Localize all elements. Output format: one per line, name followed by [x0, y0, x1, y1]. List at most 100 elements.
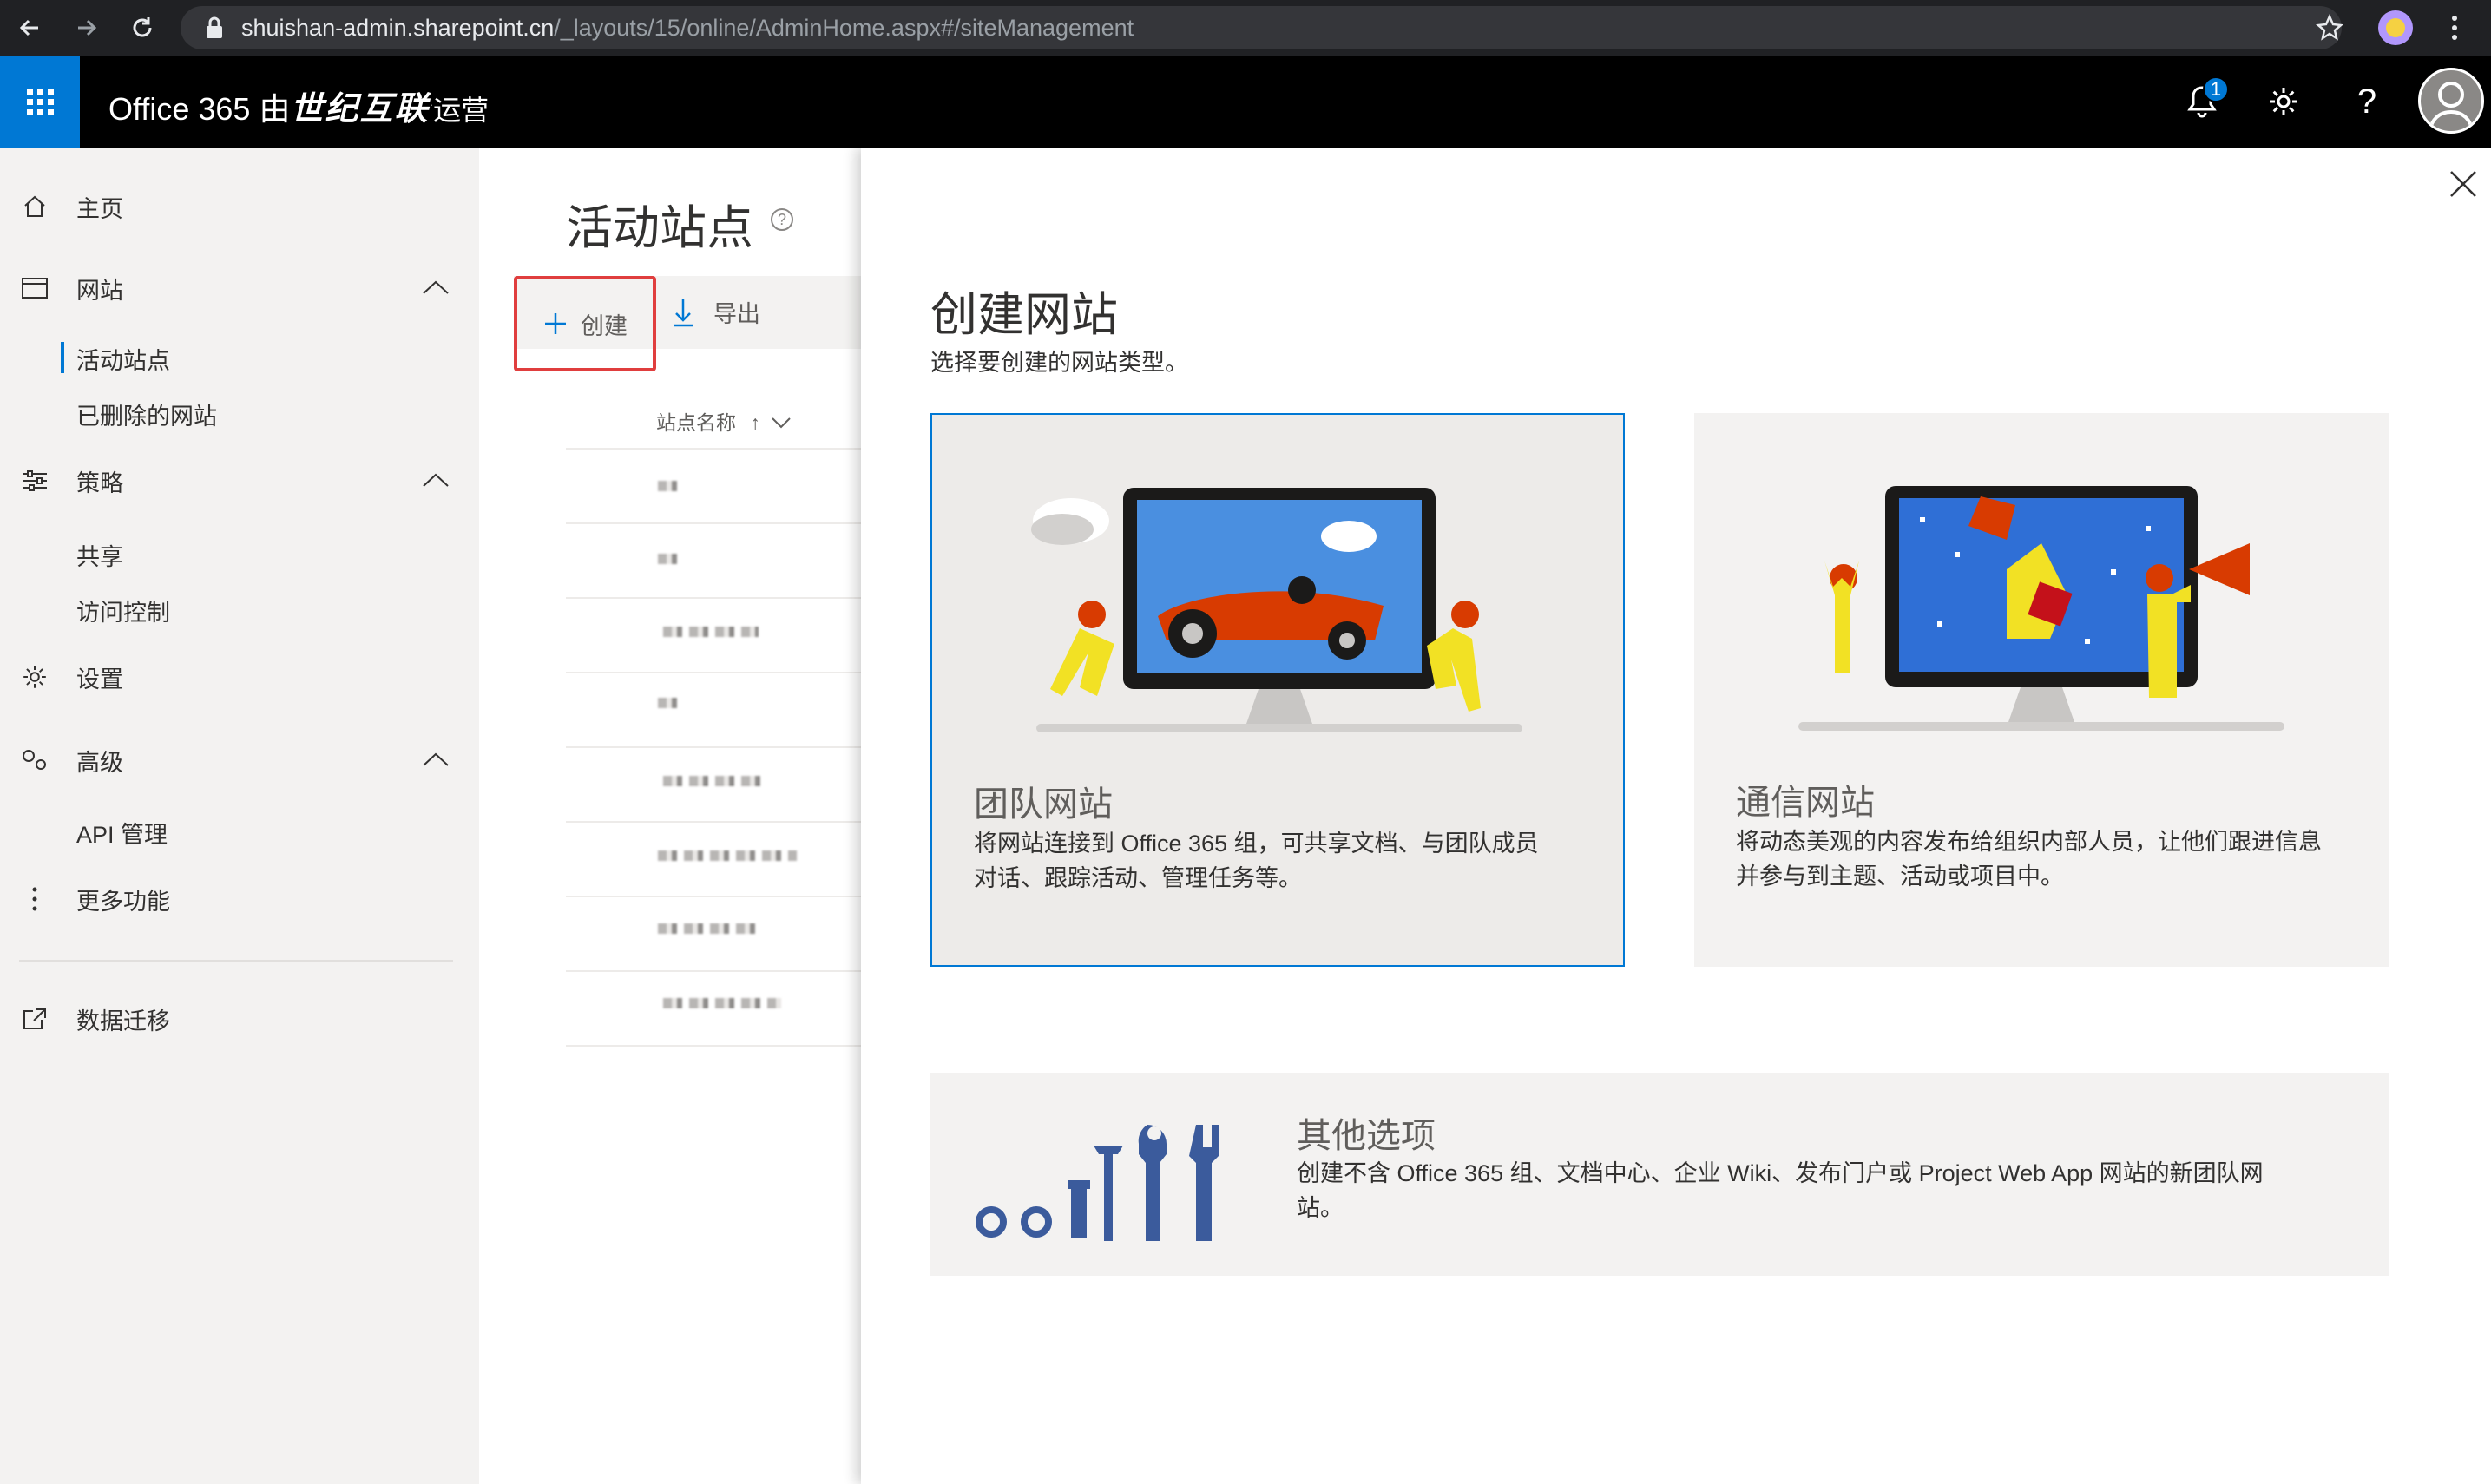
- team-site-card[interactable]: 团队网站 将网站连接到 Office 365 组，可共享文档、与团队成员 对话、…: [930, 413, 1625, 967]
- brand-title[interactable]: Office 365 由世纪互联·运营: [108, 82, 489, 129]
- nav-item-label: 数据迁移: [76, 1008, 170, 1034]
- nav-item-more-features[interactable]: 更多功能: [0, 882, 479, 916]
- address-bar[interactable]: shuishan-admin.sharepoint.cn/_layouts/15…: [181, 6, 2342, 49]
- column-label: 站点名称: [656, 411, 736, 434]
- active-sites-page: 活动站点 ? 创建 导出 站点名称 ↑: [479, 148, 861, 1484]
- nav-item-home[interactable]: 主页: [0, 189, 479, 224]
- nav-item-sites[interactable]: 网站: [0, 271, 479, 305]
- nav-item-label: 主页: [76, 195, 123, 222]
- download-icon: [674, 299, 693, 326]
- team-site-illustration: [1031, 488, 1522, 732]
- card-desc-line: 站。: [1297, 1195, 1344, 1221]
- blurred-site-name[interactable]: [658, 554, 684, 564]
- nav-sub-sharing[interactable]: 共享: [76, 538, 123, 572]
- table-row-divider: [566, 896, 861, 897]
- export-button[interactable]: 导出: [672, 295, 760, 329]
- card-title: 通信网站: [1736, 784, 1875, 822]
- card-description: 将动态美观的内容发布给组织内部人员，让他们跟进信息 并参与到主题、活动或项目中。: [1736, 824, 2322, 894]
- nav-item-data-migration[interactable]: 数据迁移: [0, 1001, 479, 1036]
- card-desc-line: 创建不含 Office 365 组、文档中心、企业 Wiki、发布门户或 Pro…: [1297, 1160, 2264, 1186]
- browser-profile-avatar[interactable]: [2378, 10, 2413, 45]
- create-button[interactable]: 创建: [514, 276, 656, 371]
- card-desc-line: 将网站连接到 Office 365 组，可共享文档、与团队成员: [974, 831, 1539, 857]
- browser-toolbar: shuishan-admin.sharepoint.cn/_layouts/15…: [0, 0, 2491, 56]
- nav-sub-api-management[interactable]: API 管理: [76, 816, 168, 850]
- blurred-site-name[interactable]: [663, 627, 759, 637]
- table-row-divider: [566, 597, 861, 599]
- person-icon: [2428, 82, 2475, 131]
- tools-icon: [976, 1125, 1219, 1241]
- reload-icon[interactable]: [127, 12, 158, 43]
- blurred-site-name[interactable]: [658, 850, 797, 861]
- table-row-divider: [566, 746, 861, 748]
- communication-site-illustration: [1798, 486, 2284, 731]
- close-icon[interactable]: [2439, 160, 2488, 208]
- blurred-site-name[interactable]: [658, 698, 679, 708]
- chevron-up-icon[interactable]: [422, 747, 450, 774]
- nav-sub-access-control[interactable]: 访问控制: [76, 594, 170, 627]
- migration-icon: [17, 1001, 52, 1036]
- info-icon[interactable]: ?: [771, 208, 793, 231]
- chevron-up-icon[interactable]: [422, 275, 450, 302]
- card-title: 团队网站: [974, 785, 1113, 824]
- communication-site-card[interactable]: 通信网站 将动态美观的内容发布给组织内部人员，让他们跟进信息 并参与到主题、活动…: [1694, 413, 2389, 967]
- brand-prefix: Office 365: [108, 91, 251, 127]
- selected-indicator: [61, 342, 64, 373]
- panel-title: 创建网站: [930, 289, 1118, 341]
- chevron-down-icon: [772, 417, 791, 429]
- url-path: /_layouts/15/online/AdminHome.aspx#/site…: [554, 14, 1134, 41]
- plus-icon: [545, 313, 566, 334]
- browser-menu-icon[interactable]: [2446, 12, 2463, 43]
- create-label: 创建: [581, 312, 628, 339]
- nav-sub-active-sites[interactable]: 活动站点: [76, 342, 170, 376]
- brand-by: 由: [259, 91, 291, 127]
- card-description: 将网站连接到 Office 365 组，可共享文档、与团队成员 对话、跟踪活动、…: [974, 826, 1539, 896]
- help-button[interactable]: ?: [2342, 76, 2392, 127]
- notification-badge: 1: [2203, 76, 2229, 102]
- nav-item-label: 更多功能: [76, 888, 170, 915]
- gear-icon: [17, 660, 52, 694]
- other-options-card[interactable]: 其他选项 创建不含 Office 365 组、文档中心、企业 Wiki、发布门户…: [930, 1073, 2389, 1276]
- sort-ascending-icon: ↑: [750, 411, 760, 434]
- blurred-site-name[interactable]: [658, 923, 762, 934]
- column-header-site-name[interactable]: 站点名称 ↑: [656, 406, 792, 436]
- blurred-site-name[interactable]: [663, 998, 781, 1008]
- home-icon: [17, 189, 52, 224]
- card-desc-line: 并参与到主题、活动或项目中。: [1736, 863, 2064, 890]
- card-description: 创建不含 Office 365 组、文档中心、企业 Wiki、发布门户或 Pro…: [1297, 1156, 2264, 1225]
- site-icon: [17, 271, 52, 305]
- lock-icon: [207, 16, 222, 38]
- chevron-up-icon[interactable]: [422, 468, 450, 495]
- nav-divider: [19, 960, 453, 962]
- blurred-site-name[interactable]: [663, 776, 767, 786]
- page-title: 活动站点: [566, 202, 753, 254]
- create-site-panel: 创建网站 选择要创建的网站类型。 团队网站 将网站连接到 Office 365 …: [861, 148, 2491, 1484]
- table-row-divider: [566, 1045, 861, 1047]
- bookmark-star-icon[interactable]: [2314, 12, 2345, 43]
- forward-icon[interactable]: [71, 12, 102, 43]
- export-label: 导出: [713, 301, 760, 327]
- back-icon[interactable]: [14, 12, 45, 43]
- brand-name: 世纪互联: [290, 91, 430, 128]
- notifications-button[interactable]: 1: [2177, 76, 2229, 127]
- nav-item-settings[interactable]: 设置: [0, 660, 479, 694]
- table-row-divider: [566, 970, 861, 972]
- suite-header: Office 365 由世纪互联·运营 1 ?: [0, 56, 2491, 148]
- user-avatar[interactable]: [2418, 68, 2484, 134]
- table-row-divider: [566, 522, 861, 524]
- card-desc-line: 对话、跟踪活动、管理任务等。: [974, 865, 1302, 891]
- card-title: 其他选项: [1297, 1117, 1436, 1155]
- advanced-icon: [17, 743, 52, 778]
- nav-item-advanced[interactable]: 高级: [0, 743, 479, 778]
- more-icon: [17, 882, 52, 916]
- nav-item-label: 设置: [76, 666, 123, 693]
- settings-button[interactable]: [2258, 76, 2309, 127]
- nav-sub-deleted-sites[interactable]: 已删除的网站: [76, 397, 217, 431]
- blurred-site-name[interactable]: [658, 481, 680, 491]
- panel-subtitle: 选择要创建的网站类型。: [930, 350, 1188, 376]
- app-launcher-icon[interactable]: [0, 56, 80, 148]
- nav-item-policies[interactable]: 策略: [0, 463, 479, 498]
- nav-item-label: 策略: [76, 469, 123, 496]
- gear-icon: [2270, 88, 2297, 115]
- left-navigation: 主页 网站 活动站点 已删除的网站 策略 共享 访问控制 设置 高级 API 管…: [0, 148, 479, 1484]
